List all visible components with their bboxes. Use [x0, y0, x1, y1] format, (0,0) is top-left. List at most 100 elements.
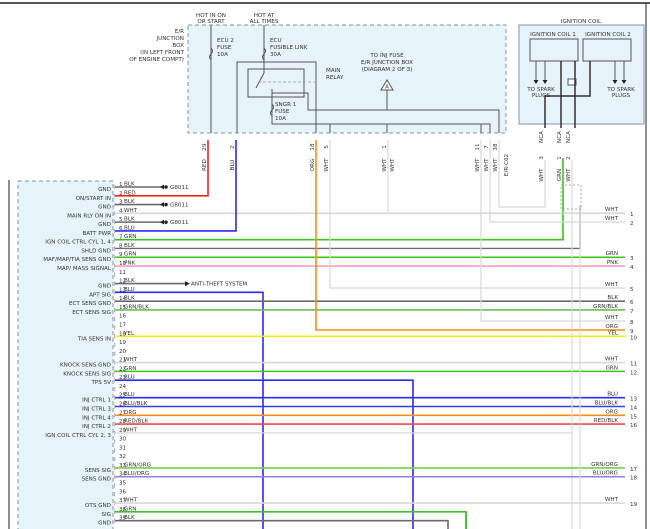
ecm-pin-label: KNOCK SENS SIG	[63, 371, 111, 377]
pin-terminal-icon	[113, 272, 116, 278]
ecu-fusible-link-label: ECU	[270, 38, 282, 44]
pin-terminal-icon	[113, 193, 116, 199]
wire	[480, 140, 625, 322]
junction-pin-color: WHT	[484, 158, 490, 172]
right-ref-number: 16	[630, 423, 638, 429]
junction-box-label: (IN LEFT FRONT	[140, 50, 184, 56]
right-wire-color: WHT	[605, 497, 619, 503]
ecm-pin-label: MAIN RLY ON IN	[67, 213, 111, 219]
hot-at-all-times-label: ALL TIMES	[250, 19, 279, 25]
ecm-pin-label: BATT PWR	[82, 231, 111, 237]
pin-terminal-icon	[113, 237, 116, 242]
ecm-pin-label: SHLD GND	[81, 248, 111, 254]
right-ref-number: 10	[630, 335, 638, 341]
right-wire-color: WHT	[605, 357, 619, 363]
junction-pin-number: 2	[230, 145, 236, 149]
pin-terminal-icon	[113, 307, 116, 313]
ecm-pin-number: 35	[119, 481, 127, 487]
pin-terminal-icon	[113, 351, 116, 357]
ecu2-fuse-label: FUSE	[217, 45, 232, 51]
sngr1-fuse-label: FUSE	[275, 109, 290, 115]
junction-pin-color: WHT	[382, 158, 388, 172]
right-ref-number: 1	[630, 212, 634, 218]
junction-pin-number: 5	[324, 145, 330, 149]
pin-terminal-icon	[113, 404, 116, 409]
right-wire-color: WHT	[605, 315, 619, 321]
ecm-pin-label: GND	[98, 205, 111, 211]
pin-terminal-icon	[113, 413, 116, 418]
ecm-pin-label: OTS GND	[85, 503, 111, 509]
pin-terminal-icon	[113, 211, 116, 216]
ecu2-fuse-label: ECU 2	[217, 38, 234, 44]
ecm-pin-label: SIG	[101, 512, 111, 518]
ecm-pin-label: INJ CTRL 1	[82, 398, 111, 404]
ground-label: G8011	[170, 220, 189, 226]
ecm-pin-label: IGN COIL CTRL CYL 1, 4	[45, 240, 111, 246]
right-ref-number: 8	[630, 320, 634, 326]
right-ref-number: 15	[630, 414, 638, 420]
right-wire-color: BLK	[607, 295, 618, 301]
coil-pin-color: WHT	[539, 168, 545, 182]
right-wire-color: WHT	[605, 282, 619, 288]
pin-terminal-icon	[113, 377, 116, 383]
pin-terminal-icon	[113, 254, 116, 260]
ecm-pin-label: SENS SIG	[85, 468, 111, 474]
wire	[115, 291, 264, 529]
ecm-pin-number: 32	[119, 454, 126, 460]
junction-pin-color: ORG	[310, 159, 316, 172]
ecm-pin-label: APT SIG	[89, 292, 111, 298]
right-wire-color: ORG	[605, 409, 618, 415]
to-inj-fuse-label: TO INJ FUSE	[369, 53, 404, 59]
ecm-pin-label: ECT SENS GND	[69, 301, 111, 307]
junction-box-label: JUNCTION	[156, 36, 185, 42]
right-wire-color: BLU/ORG	[593, 471, 618, 477]
right-ref-number: 5	[630, 287, 634, 293]
junction-pin-color: WHT	[493, 158, 499, 172]
right-ref-number: 9	[630, 329, 634, 335]
ground-label: G8011	[170, 185, 189, 191]
coil-pin-number: 2	[566, 156, 572, 160]
to-inj-fuse-label: E/R JUNCTION BOX	[361, 60, 413, 66]
right-wire-color: YEL	[607, 330, 619, 336]
junction-pin-number: 11	[475, 143, 481, 151]
ignition-coil-box	[518, 24, 645, 125]
sngr1-fuse-label: SNGR 1	[275, 102, 297, 108]
arrow-icon	[185, 281, 190, 287]
ground-icon	[164, 185, 168, 189]
junction-pin-color: BLU	[230, 160, 236, 171]
right-wire-color: RED/BLK	[594, 418, 619, 424]
ground-arrow-icon	[160, 219, 164, 225]
ignition-coil-1-label: IGNITION COIL 1	[530, 32, 576, 38]
connector-outline	[560, 184, 582, 210]
right-ref-number: 3	[630, 256, 634, 262]
pin-terminal-icon	[113, 246, 116, 251]
ecm-pin-label: IGN COIL CTRL CYL 2, 3	[45, 433, 111, 439]
junction-pin-number: 29	[202, 143, 208, 151]
wire	[115, 519, 449, 529]
ecm-pin-label: KNOCK SENS GND	[60, 363, 111, 369]
ecm-pin-number: 19	[119, 340, 127, 346]
right-wire-color: PNK	[607, 260, 619, 266]
ecu-fusible-link-label: FUSIBLE LINK	[270, 45, 308, 51]
pin-terminal-icon	[113, 325, 116, 330]
right-ref-number: 7	[630, 309, 634, 315]
to-inj-fuse-label: (DIAGRAM 2 OF 3)	[362, 67, 413, 73]
coil-connector-id: NCA	[557, 131, 563, 143]
ecm-pin-number: 20	[119, 349, 127, 355]
right-ref-number: 11	[630, 362, 638, 368]
ground-arrow-icon	[160, 184, 164, 190]
right-ref-number: 19	[630, 502, 638, 508]
ecm-pin-number: 16	[119, 314, 127, 320]
right-wire-color: GRN/ORG	[591, 462, 618, 468]
ecm-pin-label: TIA SENS IN	[77, 336, 111, 342]
pin-terminal-icon	[113, 456, 116, 462]
ground-label: G8011	[170, 203, 189, 209]
pin-terminal-icon	[113, 342, 116, 348]
ecu2-fuse-label: 10A	[217, 52, 228, 58]
ecm-pin-number: 36	[119, 489, 127, 495]
pin-terminal-icon	[113, 281, 116, 286]
main-relay-label: MAIN	[326, 68, 341, 74]
pin-terminal-icon	[113, 439, 116, 444]
pin-terminal-icon	[113, 500, 116, 506]
right-wire-color: WHT	[605, 207, 619, 213]
